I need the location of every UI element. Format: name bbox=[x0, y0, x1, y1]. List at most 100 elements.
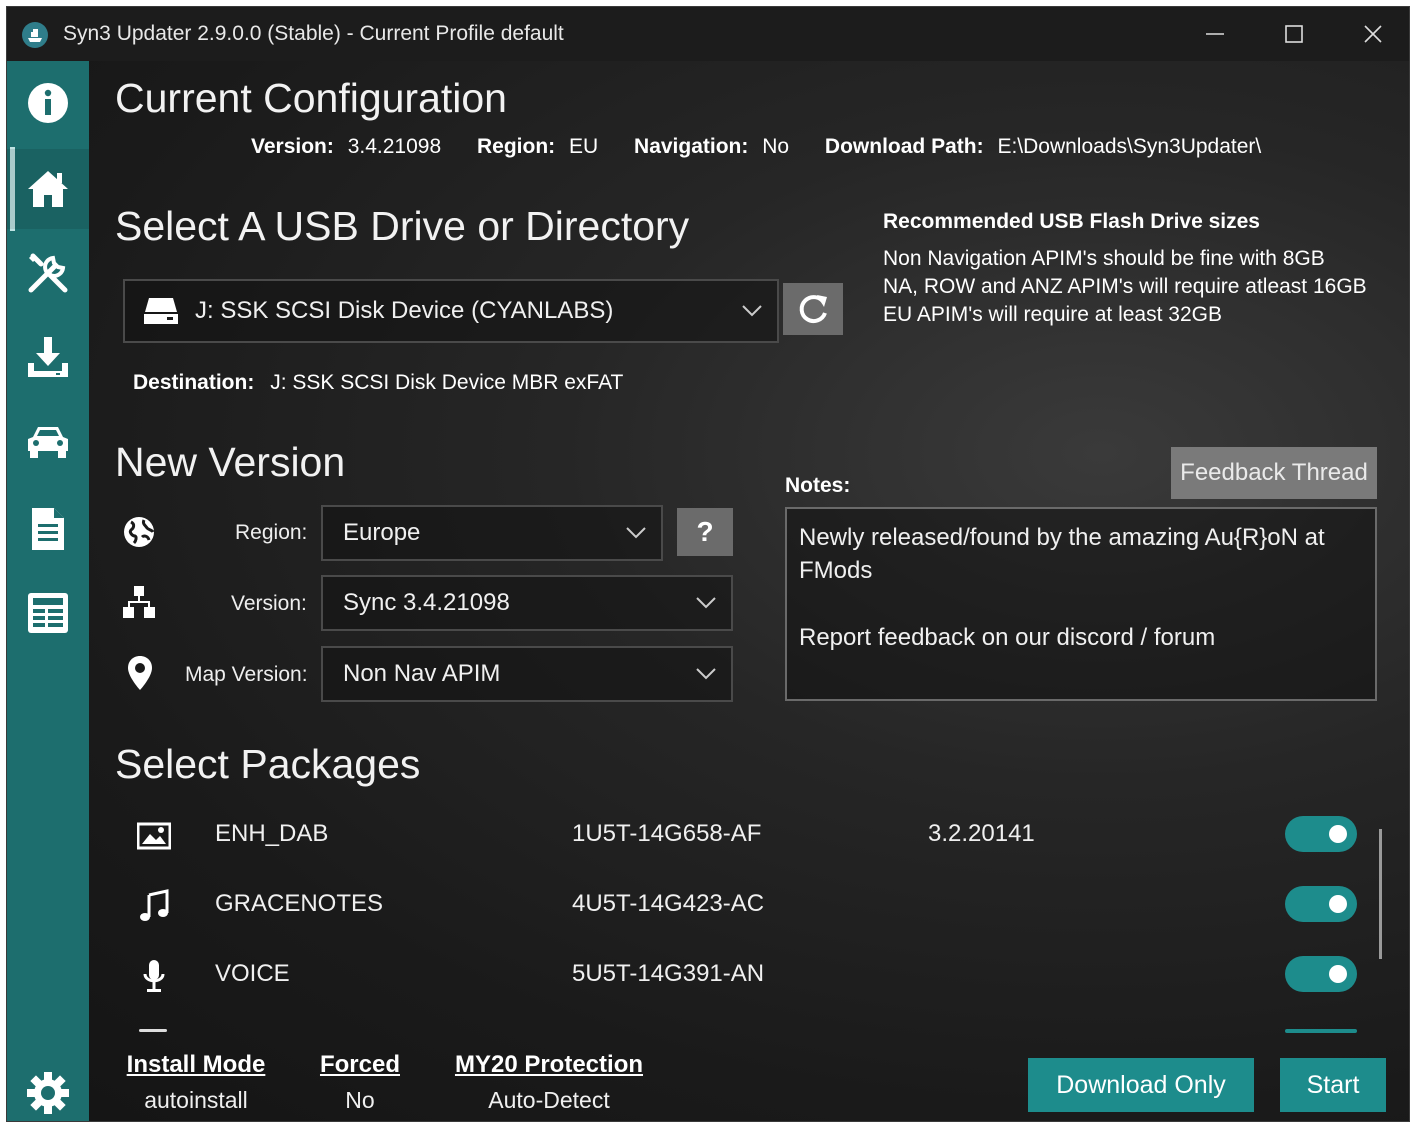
package-row: ENH_DAB 1U5T-14G658-AF 3.2.20141 bbox=[115, 805, 1365, 865]
config-download-path-label: Download Path: bbox=[824, 135, 984, 158]
config-version-label: Version: bbox=[251, 135, 334, 158]
refresh-icon bbox=[799, 295, 827, 324]
my20-protection-block: MY20 Protection Auto-Detect bbox=[449, 1051, 649, 1114]
version-select[interactable]: Sync 3.4.21098 bbox=[321, 575, 733, 631]
chevron-down-icon bbox=[696, 597, 716, 609]
usb-heading: Select A USB Drive or Directory bbox=[115, 203, 690, 249]
sidebar-item-utilities[interactable] bbox=[7, 233, 89, 313]
sidebar-item-car[interactable] bbox=[7, 401, 89, 481]
map-version-value: Non Nav APIM bbox=[343, 660, 501, 687]
package-name: VOICE bbox=[215, 960, 290, 987]
destination-value: J: SSK SCSI Disk Device MBR exFAT bbox=[270, 371, 624, 394]
install-mode-block: Install Mode autoinstall bbox=[123, 1051, 269, 1114]
config-navigation-label: Navigation: bbox=[634, 135, 749, 158]
refresh-drives-button[interactable] bbox=[783, 283, 843, 335]
forced-block: Forced No bbox=[317, 1051, 403, 1114]
package-version: 3.2.20141 bbox=[928, 820, 1035, 847]
map-version-select[interactable]: Non Nav APIM bbox=[321, 646, 733, 702]
sitemap-icon bbox=[123, 586, 155, 618]
config-version-value: 3.4.21098 bbox=[347, 135, 442, 158]
minimize-icon bbox=[1206, 33, 1224, 35]
recommended-title: Recommended USB Flash Drive sizes bbox=[883, 210, 1260, 233]
my20-protection-value: Auto-Detect bbox=[488, 1087, 610, 1113]
start-button[interactable]: Start bbox=[1280, 1058, 1386, 1112]
package-part-number: 4U5T-14G423-AC bbox=[572, 890, 765, 917]
info-icon bbox=[28, 83, 68, 123]
globe-icon bbox=[124, 517, 155, 547]
recommended-line-3: EU APIM's will require at least 32GB bbox=[883, 303, 1222, 326]
package-row-partial-icon bbox=[139, 1029, 167, 1032]
version-label: Version: bbox=[231, 592, 307, 615]
region-help-button[interactable]: ? bbox=[677, 508, 733, 556]
config-region-label: Region: bbox=[477, 135, 556, 158]
document-icon bbox=[32, 508, 64, 550]
config-download-path-value: E:\Downloads\Syn3Updater\ bbox=[997, 135, 1262, 158]
package-part-number: 5U5T-14G391-AN bbox=[572, 960, 765, 987]
sidebar bbox=[7, 61, 89, 1121]
notes-line-1: Newly released/found by the amazing Au{R… bbox=[799, 524, 1325, 551]
feedback-thread-button[interactable]: Feedback Thread bbox=[1171, 447, 1377, 499]
config-navigation-value: No bbox=[762, 135, 790, 158]
destination-line: Destination: J: SSK SCSI Disk Device MBR… bbox=[133, 371, 623, 395]
window-title: Syn3 Updater 2.9.0.0 (Stable) - Current … bbox=[63, 22, 564, 45]
notes-label: Notes: bbox=[785, 474, 851, 497]
package-toggle[interactable] bbox=[1285, 886, 1357, 922]
usb-drive-select[interactable]: J: SSK SCSI Disk Device (CYANLABS) bbox=[123, 279, 779, 343]
image-icon bbox=[137, 822, 171, 850]
app-logo-icon bbox=[22, 22, 48, 48]
maximize-button[interactable] bbox=[1274, 17, 1314, 51]
package-row-partial-toggle bbox=[1285, 1029, 1357, 1033]
new-version-heading: New Version bbox=[115, 439, 346, 485]
close-button[interactable] bbox=[1353, 17, 1393, 51]
region-select[interactable]: Europe bbox=[321, 505, 663, 561]
app-window: Syn3 Updater 2.9.0.0 (Stable) - Current … bbox=[6, 6, 1410, 1122]
car-icon bbox=[28, 427, 68, 458]
config-summary: Version: 3.4.21098 Region: EU Navigation… bbox=[251, 135, 1261, 159]
region-value: Europe bbox=[343, 519, 421, 546]
minimize-button[interactable] bbox=[1195, 17, 1235, 51]
close-icon bbox=[1364, 25, 1382, 43]
package-toggle[interactable] bbox=[1285, 956, 1357, 992]
install-mode-label[interactable]: Install Mode bbox=[123, 1051, 269, 1079]
tools-icon bbox=[28, 253, 68, 293]
sidebar-item-logs[interactable] bbox=[7, 573, 89, 653]
chevron-down-icon bbox=[696, 668, 716, 680]
sidebar-item-home[interactable] bbox=[7, 149, 89, 229]
notes-textbox[interactable]: Newly released/found by the amazing Au{R… bbox=[785, 507, 1377, 701]
config-region-value: EU bbox=[569, 135, 599, 158]
sidebar-item-settings[interactable] bbox=[7, 1053, 89, 1121]
package-name: GRACENOTES bbox=[215, 890, 384, 917]
download-only-button[interactable]: Download Only bbox=[1028, 1058, 1254, 1112]
sidebar-item-news[interactable] bbox=[7, 489, 89, 569]
download-icon bbox=[28, 337, 68, 377]
packages-scrollbar[interactable] bbox=[1379, 829, 1382, 959]
package-row: VOICE 5U5T-14G391-AN bbox=[115, 945, 1365, 1005]
region-label: Region: bbox=[235, 521, 308, 544]
recommended-line-1: Non Navigation APIM's should be fine wit… bbox=[883, 247, 1325, 270]
package-part-number: 1U5T-14G658-AF bbox=[572, 820, 762, 847]
sidebar-item-about[interactable] bbox=[7, 63, 89, 143]
sidebar-item-downloads[interactable] bbox=[7, 317, 89, 397]
my20-protection-label[interactable]: MY20 Protection bbox=[449, 1051, 649, 1079]
packages-heading: Select Packages bbox=[115, 741, 421, 787]
forced-label[interactable]: Forced bbox=[317, 1051, 403, 1079]
drive-icon bbox=[144, 298, 178, 324]
map-pin-icon bbox=[128, 656, 152, 690]
chevron-down-icon bbox=[626, 527, 646, 539]
package-name: ENH_DAB bbox=[215, 820, 329, 847]
chevron-down-icon bbox=[742, 305, 762, 317]
music-icon bbox=[140, 889, 169, 921]
current-config-heading: Current Configuration bbox=[115, 75, 507, 121]
title-bar: Syn3 Updater 2.9.0.0 (Stable) - Current … bbox=[7, 7, 1409, 61]
map-version-label: Map Version: bbox=[185, 663, 308, 686]
package-row: GRACENOTES 4U5T-14G423-AC bbox=[115, 875, 1365, 935]
install-mode-value: autoinstall bbox=[144, 1087, 248, 1113]
maximize-icon bbox=[1285, 25, 1303, 43]
notes-line-2: FMods bbox=[799, 557, 873, 584]
package-toggle[interactable] bbox=[1285, 816, 1357, 852]
settings-icon bbox=[27, 1072, 69, 1114]
version-value: Sync 3.4.21098 bbox=[343, 589, 510, 616]
destination-label: Destination: bbox=[133, 371, 255, 394]
microphone-icon bbox=[143, 960, 165, 992]
notes-line-3: Report feedback on our discord / forum bbox=[799, 624, 1216, 651]
